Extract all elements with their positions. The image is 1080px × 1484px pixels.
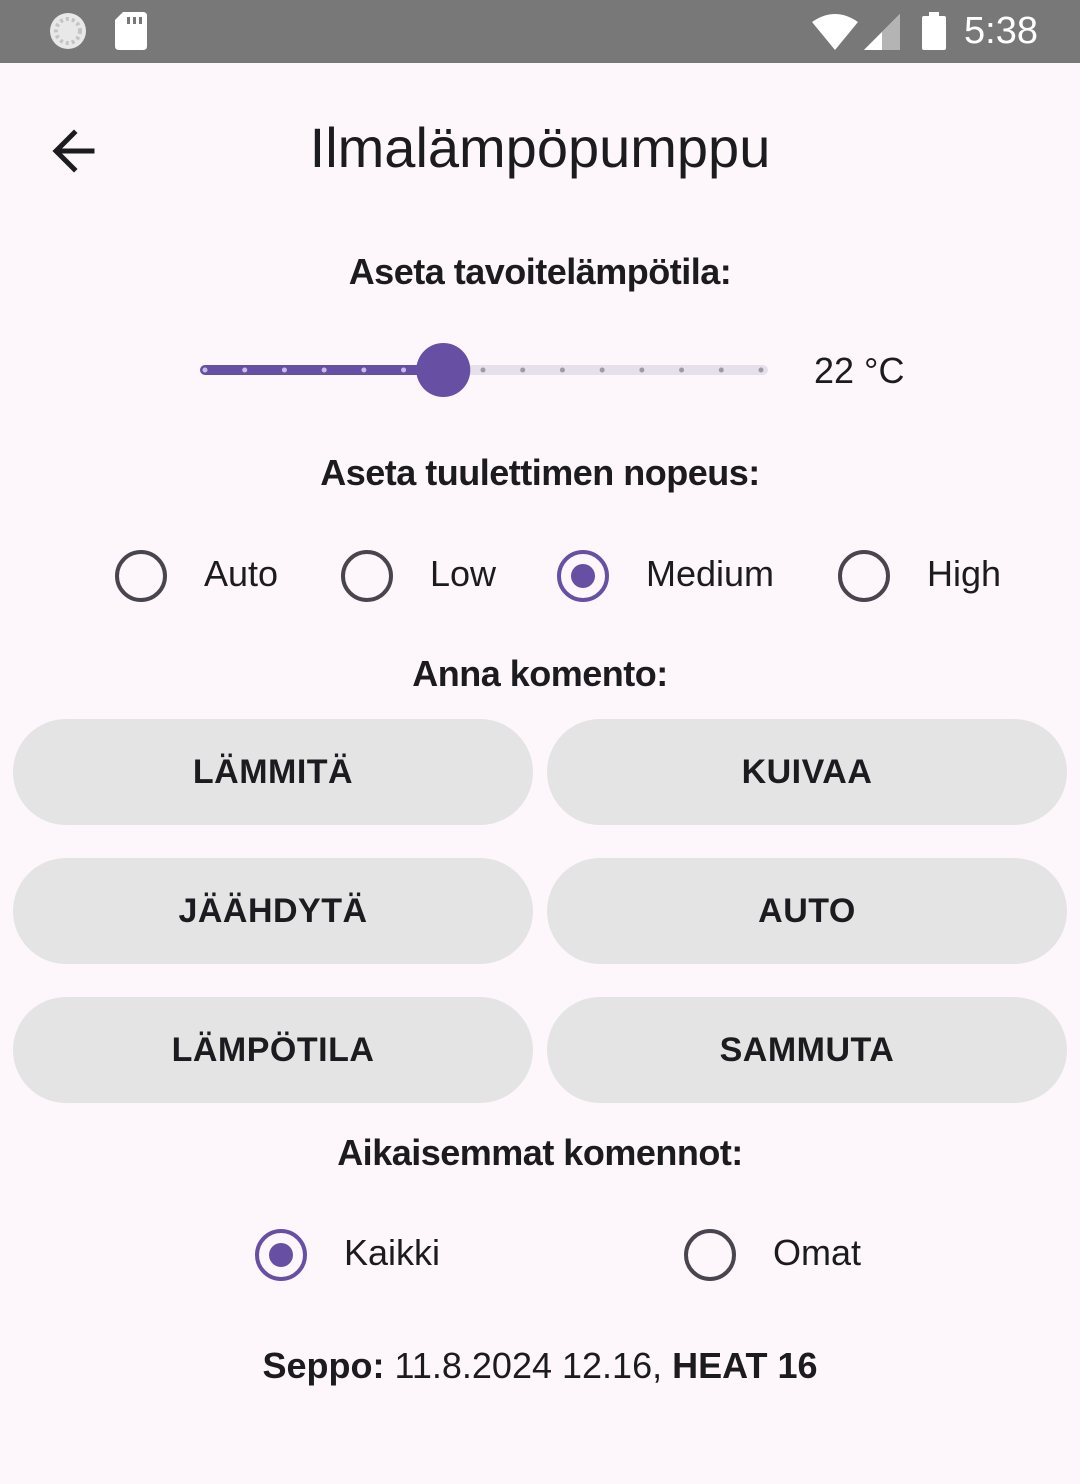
slider-tick (401, 367, 407, 373)
radio-button-icon (684, 1229, 736, 1281)
temperature-heading: Aseta tavoitelämpötila: (348, 251, 732, 292)
temperature-button[interactable]: LÄMPÖTILA (13, 997, 533, 1103)
slider-tick (559, 367, 565, 373)
slider-tick (321, 367, 327, 373)
history-command: HEAT 16 (672, 1345, 818, 1386)
page-title: Ilmalämpöpumppu (309, 116, 771, 179)
slider-thumb (416, 343, 471, 397)
radio-button-icon (115, 550, 167, 602)
fan-speed-radio-group: Auto Low Medium High (0, 536, 1080, 616)
radio-label: Kaikki (344, 1232, 441, 1273)
slider-tick (242, 367, 248, 373)
wifi-icon (812, 14, 858, 50)
commands-heading: Anna komento: (412, 653, 668, 694)
fan-speed-heading: Aseta tuulettimen nopeus: (320, 452, 760, 493)
sync-icon (50, 13, 86, 49)
signal-icon (864, 14, 900, 50)
radio-button-icon (557, 550, 609, 602)
history-entry: Seppo: 11.8.2024 12.16, HEAT 16 (0, 1345, 1080, 1387)
radio-label: High (927, 553, 1002, 594)
app-bar: Ilmalämpöpumppu (0, 63, 1080, 233)
slider-tick (361, 367, 367, 373)
radio-label: Auto (204, 553, 279, 594)
radio-label: Low (430, 553, 497, 594)
radio-label: Omat (773, 1232, 862, 1273)
slider-tick (480, 367, 486, 373)
slider-tick (639, 367, 645, 373)
status-bar: 5:38 (0, 0, 1080, 63)
temperature-value: 22 °C (814, 350, 905, 391)
status-time: 5:38 (964, 10, 1038, 52)
slider-tick (679, 367, 685, 373)
heat-button[interactable]: LÄMMITÄ (13, 719, 533, 825)
dry-button[interactable]: KUIVAA (547, 719, 1067, 825)
history-heading: Aikaisemmat komennot: (337, 1132, 743, 1173)
history-user: Seppo: (262, 1345, 385, 1386)
radio-button-icon (838, 550, 890, 602)
slider-tick (281, 367, 287, 373)
temperature-slider[interactable] (190, 330, 780, 410)
history-filter-radio-group: Kaikki Omat (0, 1215, 1080, 1295)
auto-button[interactable]: AUTO (547, 858, 1067, 964)
slider-tick (718, 367, 724, 373)
battery-icon (922, 12, 946, 50)
cool-button[interactable]: JÄÄHDYTÄ (13, 858, 533, 964)
sd-card-icon (115, 12, 147, 50)
slider-tick (599, 367, 605, 373)
radio-label: Medium (646, 553, 775, 594)
radio-button-icon (255, 1229, 307, 1281)
slider-tick (520, 367, 526, 373)
history-timestamp: 11.8.2024 12.16, (394, 1345, 663, 1386)
radio-button-icon (341, 550, 393, 602)
slider-tick (758, 367, 764, 373)
slider-tick (202, 367, 208, 373)
turn-off-button[interactable]: SAMMUTA (547, 997, 1067, 1103)
